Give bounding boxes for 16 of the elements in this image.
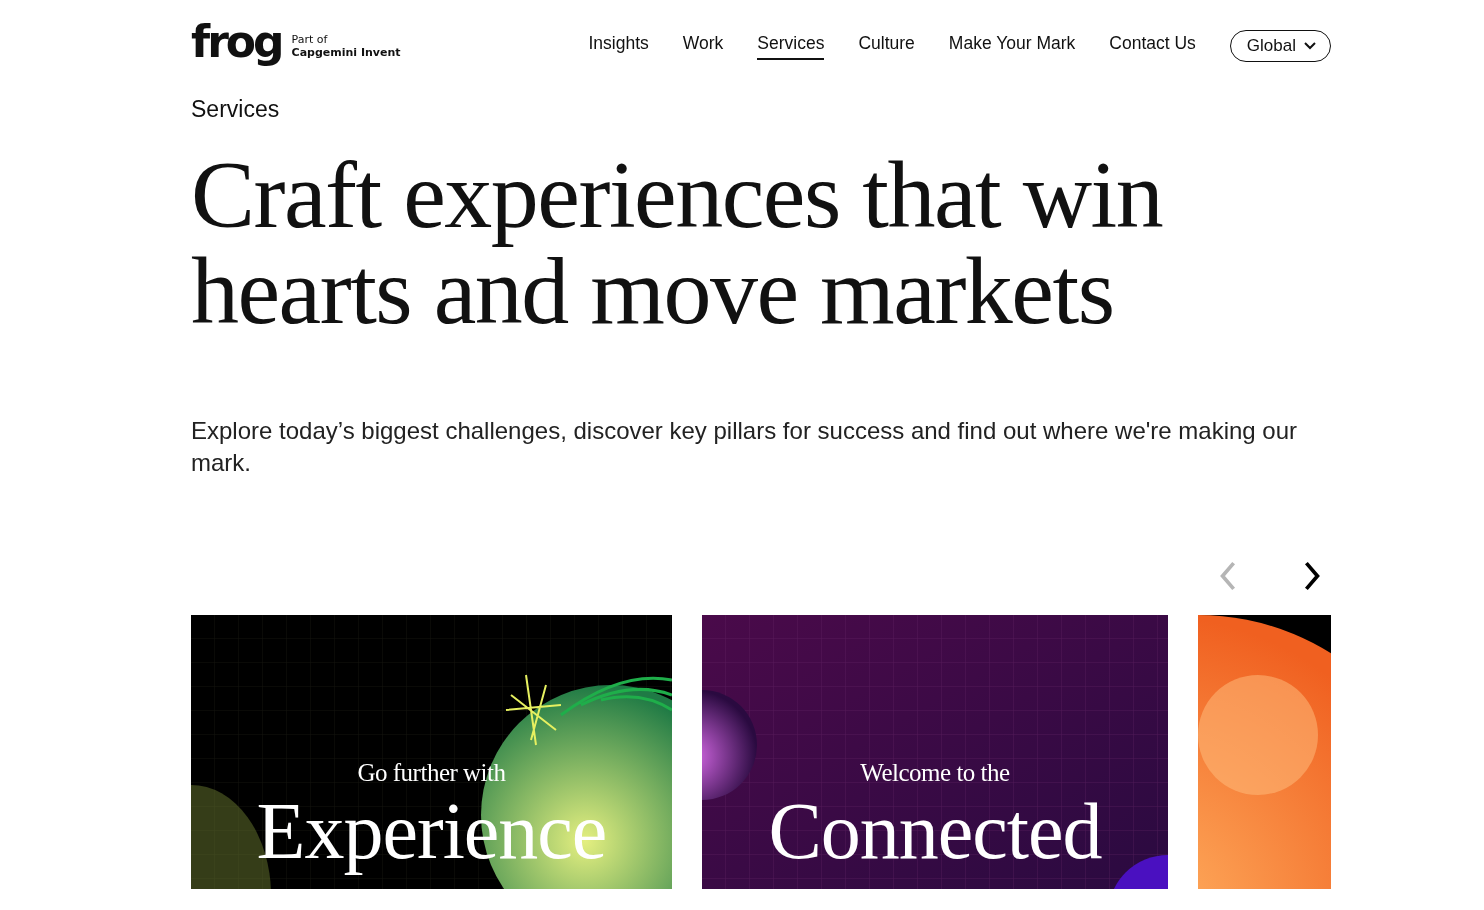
- headline: Craft experiences that win hearts and move markets: [191, 147, 1164, 339]
- card-title: Connected: [768, 791, 1102, 871]
- region-dropdown[interactable]: Global: [1229, 30, 1331, 62]
- section-label: Services: [191, 96, 281, 123]
- nav-link[interactable]: Insights: [588, 32, 649, 60]
- nav-link[interactable]: Services: [757, 32, 825, 60]
- chevron-down-icon: [1304, 42, 1316, 50]
- nav-link[interactable]: Culture: [858, 32, 915, 60]
- nav-link[interactable]: Contact Us: [1109, 32, 1196, 60]
- frog-logo[interactable]: frog: [191, 20, 282, 64]
- card-eyebrow: Welcome to the: [860, 759, 1010, 787]
- intro-text: Explore today’s biggest challenges, discover key pillars for success and find out where we're making our mark.: [191, 416, 1299, 478]
- nav-link[interactable]: Make Your Mark: [948, 32, 1076, 60]
- logo-tagline: Capgemini Invent: [291, 46, 401, 60]
- nav-link[interactable]: Work: [682, 32, 724, 60]
- logo-tagline: Part of: [291, 32, 329, 46]
